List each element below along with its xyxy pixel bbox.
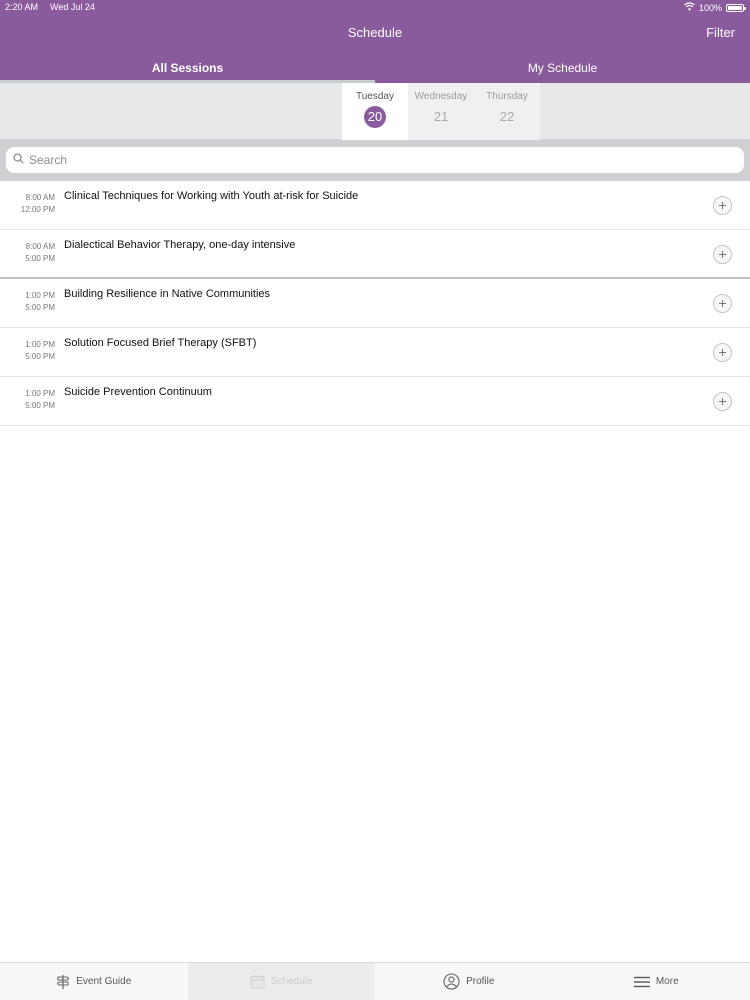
- plus-icon: [719, 398, 726, 405]
- plus-icon: [719, 202, 726, 209]
- tab-more[interactable]: More: [563, 963, 750, 1000]
- plus-icon: [719, 251, 726, 258]
- session-times: 8:00 AM 12:00 PM: [0, 192, 55, 216]
- tab-my-schedule[interactable]: My Schedule: [375, 58, 750, 83]
- session-title: Suicide Prevention Continuum: [64, 386, 212, 398]
- tab-label: Profile: [466, 976, 495, 987]
- search-icon: [13, 151, 24, 169]
- session-times: 1:00 PM 5:00 PM: [0, 339, 55, 363]
- session-start: 1:00 PM: [25, 389, 55, 398]
- session-times: 1:00 PM 5:00 PM: [0, 388, 55, 412]
- app-header: 2:20 AM Wed Jul 24 100% Schedule Filter …: [0, 0, 750, 83]
- day-tuesday[interactable]: Tuesday 20: [342, 83, 408, 140]
- session-row[interactable]: 8:00 AM 12:00 PM Clinical Techniques for…: [0, 181, 750, 230]
- status-time: 2:20 AM: [5, 2, 39, 12]
- tab-label: Schedule: [270, 976, 313, 987]
- day-name: Wednesday: [414, 91, 468, 102]
- tab-profile[interactable]: Profile: [375, 963, 563, 1000]
- add-session-button[interactable]: [713, 294, 732, 313]
- session-row[interactable]: 1:00 PM 5:00 PM Suicide Prevention Conti…: [0, 377, 750, 426]
- day-thursday[interactable]: Thursday 22: [474, 83, 540, 140]
- session-row[interactable]: 8:00 AM 5:00 PM Dialectical Behavior The…: [0, 230, 750, 279]
- session-start: 1:00 PM: [25, 340, 55, 349]
- session-title: Clinical Techniques for Working with You…: [64, 190, 359, 202]
- session-row[interactable]: 1:00 PM 5:00 PM Solution Focused Brief T…: [0, 328, 750, 377]
- session-list: 8:00 AM 12:00 PM Clinical Techniques for…: [0, 181, 750, 426]
- add-session-button[interactable]: [713, 245, 732, 264]
- tab-label: More: [655, 976, 679, 987]
- plus-icon: [719, 300, 726, 307]
- session-end: 5:00 PM: [25, 352, 55, 361]
- day-selector: Tuesday 20 Wednesday 21 Thursday 22: [0, 83, 750, 140]
- day-number: 21: [433, 109, 449, 124]
- session-title: Dialectical Behavior Therapy, one-day in…: [64, 239, 296, 251]
- search-field[interactable]: [6, 147, 744, 173]
- menu-icon: [633, 976, 650, 987]
- tab-bar: Event Guide Schedule Profile More: [0, 962, 750, 1000]
- battery-icon: [726, 3, 746, 12]
- add-session-button[interactable]: [713, 196, 732, 215]
- session-row[interactable]: 1:00 PM 5:00 PM Building Resilience in N…: [0, 279, 750, 328]
- filter-button[interactable]: Filter: [706, 25, 735, 40]
- add-session-button[interactable]: [713, 343, 732, 362]
- profile-icon: [443, 973, 460, 990]
- session-end: 12:00 PM: [20, 205, 55, 214]
- session-end: 5:00 PM: [25, 254, 55, 263]
- tab-event-guide[interactable]: Event Guide: [0, 963, 188, 1000]
- page-title: Schedule: [347, 25, 403, 40]
- session-title: Building Resilience in Native Communitie…: [64, 288, 271, 300]
- day-wednesday[interactable]: Wednesday 21: [408, 83, 474, 140]
- session-end: 5:00 PM: [25, 401, 55, 410]
- session-times: 8:00 AM 5:00 PM: [0, 241, 55, 265]
- add-session-button[interactable]: [713, 392, 732, 411]
- segmented-control: All Sessions My Schedule: [0, 58, 750, 83]
- session-times: 1:00 PM 5:00 PM: [0, 290, 55, 314]
- day-number: 22: [499, 109, 515, 124]
- day-name: Tuesday: [356, 91, 394, 102]
- day-name: Thursday: [486, 91, 528, 102]
- status-bar: 2:20 AM Wed Jul 24 100%: [0, 0, 750, 16]
- wifi-icon: [684, 2, 695, 13]
- tab-label: Event Guide: [76, 976, 132, 987]
- tab-schedule[interactable]: Schedule: [187, 963, 375, 1000]
- day-number: 20: [364, 106, 386, 128]
- session-start: 1:00 PM: [25, 291, 55, 300]
- session-title: Solution Focused Brief Therapy (SFBT): [64, 337, 257, 349]
- search-bar: [0, 140, 750, 181]
- battery-percent: 100%: [698, 2, 722, 13]
- plus-icon: [719, 349, 726, 356]
- tab-all-sessions[interactable]: All Sessions: [0, 58, 375, 83]
- session-end: 5:00 PM: [25, 303, 55, 312]
- signpost-icon: [56, 974, 70, 989]
- session-start: 8:00 AM: [25, 242, 55, 251]
- session-start: 8:00 AM: [25, 193, 55, 202]
- status-date: Wed Jul 24: [50, 2, 95, 12]
- calendar-icon: [250, 975, 265, 989]
- search-input[interactable]: [29, 153, 709, 167]
